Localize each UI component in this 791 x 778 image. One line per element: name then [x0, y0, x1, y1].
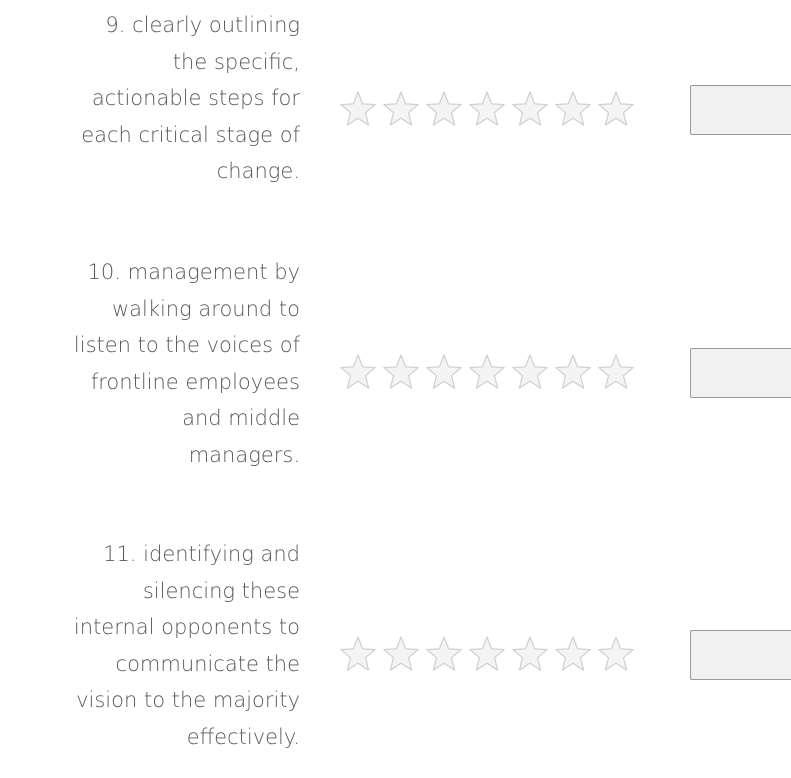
star-outline-icon[interactable]	[423, 633, 465, 675]
star-outline-icon[interactable]	[509, 633, 551, 675]
star-outline-icon[interactable]	[337, 633, 379, 675]
star-outline-icon[interactable]	[552, 88, 594, 130]
star-rating[interactable]	[337, 88, 637, 130]
question-text: 9. clearly outlining the specific, actio…	[81, 13, 300, 183]
star-outline-icon[interactable]	[466, 633, 508, 675]
star-outline-icon[interactable]	[509, 88, 551, 130]
answer-input[interactable]	[690, 85, 791, 135]
star-outline-icon[interactable]	[595, 633, 637, 675]
star-outline-icon[interactable]	[380, 351, 422, 393]
star-outline-icon[interactable]	[595, 351, 637, 393]
star-outline-icon[interactable]	[466, 351, 508, 393]
star-outline-icon[interactable]	[337, 88, 379, 130]
star-outline-icon[interactable]	[552, 633, 594, 675]
star-outline-icon[interactable]	[509, 351, 551, 393]
star-rating[interactable]	[337, 351, 637, 393]
star-outline-icon[interactable]	[595, 88, 637, 130]
star-rating[interactable]	[337, 633, 637, 675]
star-outline-icon[interactable]	[380, 88, 422, 130]
rating-survey: 9. clearly outlining the specific, actio…	[0, 0, 791, 778]
star-outline-icon[interactable]	[423, 351, 465, 393]
question-text: 11. identifying and silencing these inte…	[73, 542, 300, 749]
star-outline-icon[interactable]	[423, 88, 465, 130]
star-outline-icon[interactable]	[466, 88, 508, 130]
star-outline-icon[interactable]	[337, 351, 379, 393]
question-text: 10. management by walking around to list…	[73, 260, 300, 467]
star-outline-icon[interactable]	[380, 633, 422, 675]
answer-input[interactable]	[690, 630, 791, 680]
star-outline-icon[interactable]	[552, 351, 594, 393]
answer-input[interactable]	[690, 348, 791, 398]
